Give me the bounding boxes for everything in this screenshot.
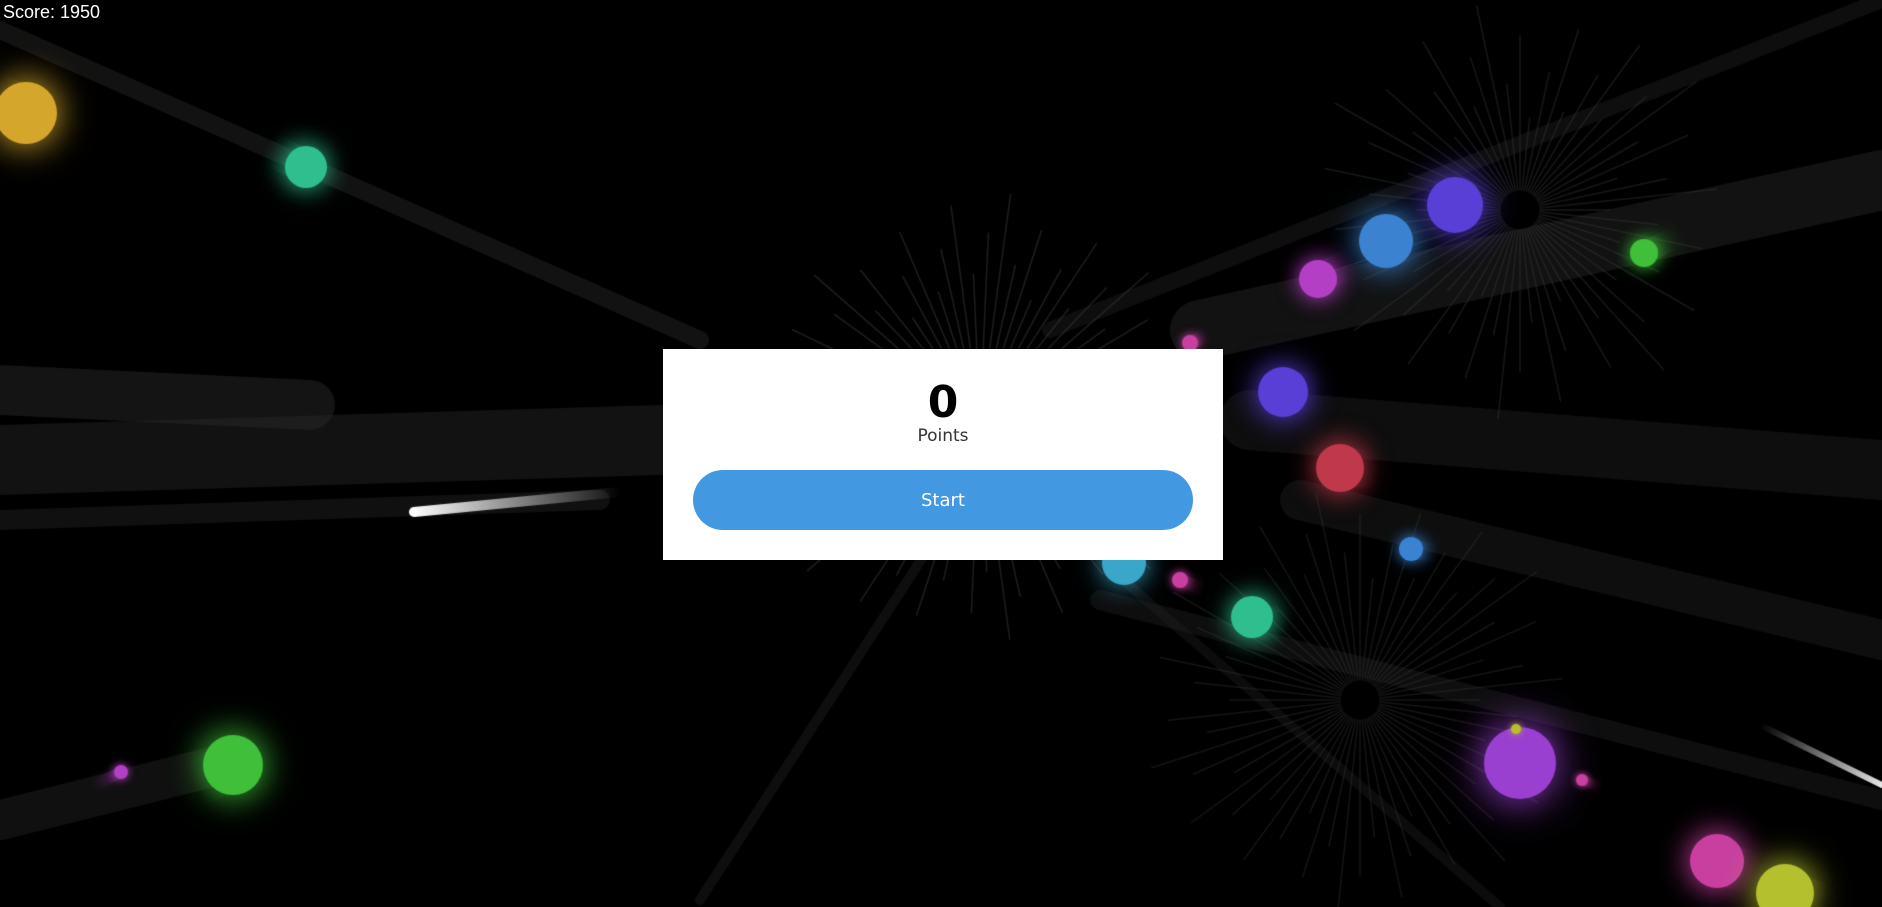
start-menu-panel: 0 Points Start <box>663 349 1223 560</box>
score-readout: Score: 1950 <box>3 2 101 22</box>
start-button[interactable]: Start <box>693 470 1193 530</box>
game-stage[interactable]: Score: 1950 0 Points Start <box>0 0 1882 907</box>
points-label: Points <box>917 426 969 446</box>
points-value: 0 <box>927 377 959 428</box>
